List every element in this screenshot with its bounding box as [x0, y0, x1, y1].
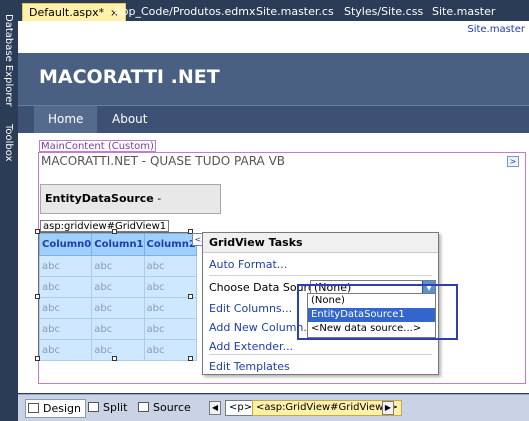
side-panel-strip: Database Explorer Toolbox — [0, 0, 18, 421]
table-cell: abc — [91, 276, 145, 298]
table-cell: abc — [38, 297, 93, 319]
tab-site-master[interactable]: Site.master — [426, 3, 501, 21]
site-header: MACORATTI .NET — [18, 53, 529, 105]
chevron-right-icon[interactable]: > — [507, 156, 519, 167]
edit-columns-link[interactable]: Edit Columns... — [209, 302, 292, 315]
page-subtitle: MACORATTI.NET - QUASE TUDO PARA VB — [41, 154, 286, 168]
table-cell: abc — [91, 339, 145, 361]
site-logo: MACORATTI .NET — [39, 66, 220, 88]
master-page-link[interactable]: Site.master — [467, 24, 525, 35]
gridview-control[interactable]: Column0 Column1 Column2 abc abc abc abc abc a… — [38, 232, 197, 361]
resize-handle[interactable] — [35, 294, 40, 299]
table-cell: abc — [143, 297, 197, 319]
resize-handle[interactable] — [188, 294, 193, 299]
tab-site-master-cs[interactable]: Site.master.cs — [250, 3, 340, 21]
gridview-body: abc abc abc abc abc abc abc abc abc abc abc abc abc a… — [38, 255, 197, 361]
datasource-type: EntityDataSource — [45, 192, 154, 205]
tab-produtos-edmx[interactable]: App_Code/Produtos.edmx — [108, 3, 262, 21]
menu-item-about[interactable]: About — [98, 106, 161, 133]
site-menu: Home About — [18, 105, 529, 133]
resize-handle[interactable] — [35, 356, 40, 361]
table-cell: abc — [38, 318, 93, 340]
chevron-left-icon[interactable]: ◀ — [209, 401, 221, 415]
auto-format-link[interactable]: Auto Format... — [209, 258, 287, 271]
split-view-icon — [88, 402, 99, 412]
edit-templates-link[interactable]: Edit Templates — [209, 360, 290, 373]
breadcrumb-gridview[interactable]: <asp:GridView#GridView1> — [252, 400, 402, 416]
table-cell: abc — [38, 339, 93, 361]
annotation-highlight-box — [297, 284, 458, 340]
document-tabs: Default.aspx* × App_Code/Produtos.edmx Si… — [18, 0, 529, 21]
design-surface: Site.master MACORATTI .NET Home About > … — [18, 21, 529, 393]
split-view-button[interactable]: Split — [86, 399, 131, 418]
column-header: Column2 — [143, 233, 197, 256]
table-cell: abc — [38, 255, 93, 277]
table-row: abc abc abc — [38, 276, 197, 298]
datasource-separator: - — [153, 192, 162, 205]
table-row: abc abc abc — [38, 255, 197, 277]
resize-handle[interactable] — [112, 356, 117, 361]
resize-handle[interactable] — [188, 356, 193, 361]
gridview-label: asp:gridview#GridView1 — [40, 220, 170, 232]
column-header: Column1 — [91, 233, 145, 256]
table-cell: abc — [91, 297, 145, 319]
add-extender-link[interactable]: Add Extender... — [209, 340, 293, 353]
table-cell: abc — [38, 276, 93, 298]
content-placeholder-label: MainContent (Custom) — [39, 140, 156, 152]
table-cell: abc — [91, 255, 145, 277]
table-row: abc abc abc — [38, 339, 197, 361]
table-row: abc abc abc — [38, 318, 197, 340]
design-view-icon — [28, 403, 39, 413]
table-cell: abc — [143, 318, 197, 340]
table-row: abc abc abc — [38, 297, 197, 319]
design-view-button[interactable]: Design — [25, 399, 86, 418]
tab-site-css[interactable]: Styles/Site.css — [338, 3, 429, 21]
tasks-title: GridView Tasks — [203, 233, 438, 253]
source-view-icon — [138, 402, 149, 412]
chevron-right-icon[interactable]: ▶ — [382, 401, 394, 415]
table-cell: abc — [91, 318, 145, 340]
divider — [209, 354, 432, 355]
view-switcher-bar: Design Split Source ◀ <p> <asp:GridView#… — [18, 394, 529, 421]
source-view-button[interactable]: Source — [136, 399, 195, 418]
menu-item-home[interactable]: Home — [34, 106, 98, 133]
entity-datasource-control[interactable]: EntityDataSource - EntityDataSource1 — [40, 184, 221, 233]
table-cell: abc — [143, 255, 197, 277]
divider — [209, 275, 432, 276]
column-header: Column0 — [38, 233, 93, 256]
resize-handle[interactable] — [35, 229, 40, 234]
resize-handle[interactable] — [112, 229, 117, 234]
gridview-table: Column0 Column1 Column2 abc abc abc abc abc a… — [38, 233, 197, 361]
